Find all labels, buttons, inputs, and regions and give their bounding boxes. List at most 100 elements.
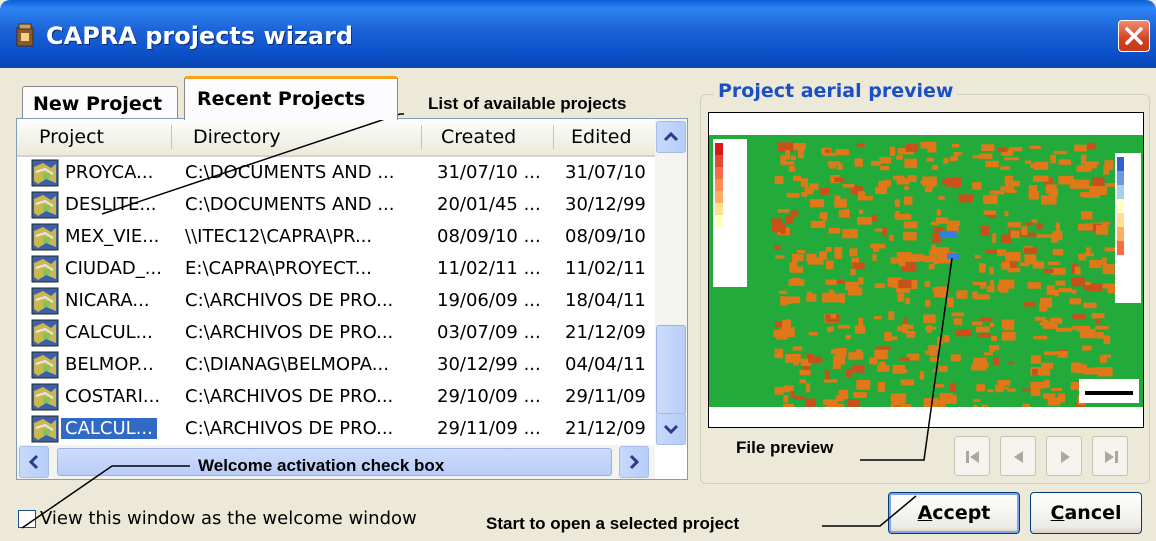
first-button[interactable] xyxy=(954,436,990,476)
table-row[interactable]: BELMOP... C:\DIANAG\BELMOPA... 30/12/99 ..… xyxy=(17,349,655,381)
column-divider[interactable] xyxy=(553,125,554,149)
building xyxy=(926,157,934,162)
building xyxy=(1093,367,1109,373)
building xyxy=(919,370,925,380)
cell-project: BELMOP... xyxy=(65,354,154,375)
accept-button[interactable]: Accept xyxy=(888,492,1020,534)
building xyxy=(1041,195,1057,205)
column-header-project[interactable]: Project xyxy=(39,126,104,148)
building xyxy=(930,356,940,362)
building xyxy=(1030,355,1041,364)
building xyxy=(946,225,959,231)
building xyxy=(799,370,811,376)
legend-swatch xyxy=(715,155,723,161)
building xyxy=(1071,362,1082,373)
building xyxy=(1005,252,1021,262)
previous-icon xyxy=(1014,451,1023,463)
welcome-window-checkbox-label[interactable]: View this window as the welcome window xyxy=(40,508,417,529)
building xyxy=(775,255,785,259)
table-row[interactable]: CIUDAD_... E:\CAPRA\PROYECT... 11/02/11 ..… xyxy=(17,253,655,285)
cell-edited: 31/07/10 xyxy=(565,162,646,183)
vertical-scrollbar[interactable] xyxy=(655,119,687,445)
building xyxy=(1030,388,1041,397)
building xyxy=(1085,281,1091,285)
building xyxy=(774,386,784,395)
cell-created: 03/07/09 ... xyxy=(437,322,541,343)
column-header-created[interactable]: Created xyxy=(441,126,516,148)
building xyxy=(1004,211,1009,217)
scroll-up-button[interactable] xyxy=(656,121,686,153)
cell-edited: 04/04/11 xyxy=(565,354,646,375)
legend-swatch xyxy=(715,185,723,191)
building xyxy=(924,281,930,288)
legend-swatch xyxy=(1117,206,1124,213)
close-button[interactable] xyxy=(1118,20,1150,52)
tab-new-project[interactable]: New Project xyxy=(22,86,178,120)
table-row[interactable]: CALCUL... C:\ARCHIVOS DE PRO... 03/07/09 .… xyxy=(17,317,655,349)
building xyxy=(1010,230,1020,239)
legend-swatch xyxy=(1117,220,1124,227)
scroll-left-button[interactable] xyxy=(19,446,49,478)
aerial-preview-pane xyxy=(708,112,1144,428)
legend-swatch xyxy=(715,197,723,203)
building xyxy=(976,326,990,333)
building xyxy=(874,283,885,289)
building xyxy=(933,259,939,265)
building xyxy=(904,186,909,190)
scroll-down-button[interactable] xyxy=(656,413,686,445)
legend-swatch xyxy=(715,179,723,185)
building xyxy=(983,352,993,356)
building xyxy=(877,365,890,372)
building xyxy=(938,365,948,372)
building xyxy=(832,360,841,370)
legend-swatch xyxy=(1117,213,1124,220)
title-bar[interactable]: CAPRA projects wizard xyxy=(0,0,1156,68)
building xyxy=(774,348,783,359)
list-header: Project Directory Created Edited xyxy=(17,119,655,157)
chevron-down-icon xyxy=(663,424,679,435)
legend-swatch xyxy=(1117,178,1124,185)
previous-button[interactable] xyxy=(1000,436,1036,476)
scroll-right-button[interactable] xyxy=(619,446,649,478)
welcome-window-checkbox[interactable] xyxy=(18,510,36,528)
table-row[interactable]: DESLITE... C:\DOCUMENTS AND ... 20/01/45 .… xyxy=(17,189,655,221)
building xyxy=(937,336,943,345)
column-header-edited[interactable]: Edited xyxy=(571,126,632,148)
building xyxy=(874,228,883,232)
building xyxy=(1076,165,1087,172)
building xyxy=(871,214,878,222)
building xyxy=(776,329,788,340)
legend-swatch xyxy=(715,149,723,155)
column-divider[interactable] xyxy=(171,125,172,149)
building xyxy=(932,369,938,373)
building xyxy=(949,156,956,162)
legend-swatch xyxy=(1117,248,1124,255)
column-header-directory[interactable]: Directory xyxy=(193,126,281,148)
building xyxy=(838,209,850,218)
building xyxy=(794,396,805,400)
building xyxy=(790,155,796,161)
cancel-button[interactable]: Cancel xyxy=(1030,492,1142,534)
table-row[interactable]: COSTARI... C:\ARCHIVOS DE PRO... 29/10/09 … xyxy=(17,381,655,413)
building xyxy=(934,384,944,388)
building xyxy=(1092,177,1105,187)
building xyxy=(854,158,863,167)
vertical-scroll-thumb[interactable] xyxy=(656,325,686,415)
project-map-icon xyxy=(31,415,59,443)
building xyxy=(1096,319,1101,324)
building xyxy=(846,369,853,378)
tab-recent-projects[interactable]: Recent Projects xyxy=(184,76,398,120)
building xyxy=(1030,163,1041,169)
building xyxy=(858,191,866,196)
table-row[interactable]: CALCUL... C:\ARCHIVOS DE PRO... 29/11/09 .… xyxy=(17,413,655,445)
table-row[interactable]: NICARA... C:\ARCHIVOS DE PRO... 19/06/09 .… xyxy=(17,285,655,317)
building xyxy=(830,349,837,355)
annotation-file-preview: File preview xyxy=(736,438,834,457)
next-button[interactable] xyxy=(1046,436,1082,476)
table-row[interactable]: PROYCA... C:\DOCUMENTS AND ... 31/07/10 ..… xyxy=(17,157,655,189)
column-divider[interactable] xyxy=(421,125,422,149)
last-button[interactable] xyxy=(1092,436,1128,476)
project-list[interactable]: Project Directory Created Edited PROYCA.… xyxy=(16,118,688,480)
table-row[interactable]: MEX_VIE... \\ITEC12\CAPRA\PR... 08/09/10 .… xyxy=(17,221,655,253)
capra-app-icon xyxy=(16,23,34,47)
